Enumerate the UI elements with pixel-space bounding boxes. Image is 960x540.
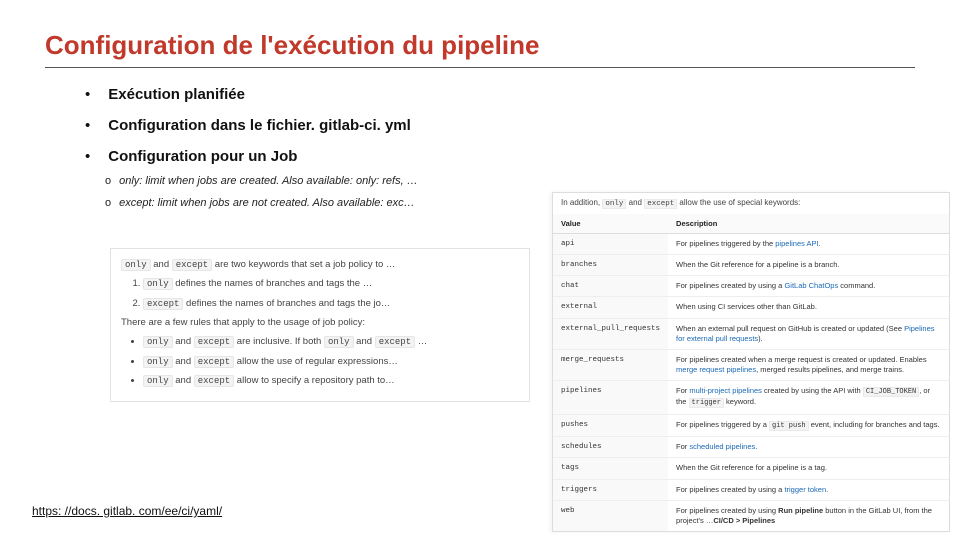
table-row: externalWhen using CI services other tha…	[553, 297, 949, 318]
cell-description: For pipelines created when a merge reque…	[668, 349, 949, 380]
doc-snippet-left: only and except are two keywords that se…	[110, 248, 530, 402]
table-row: pipelinesFor multi-project pipelines cre…	[553, 381, 949, 415]
bullet-1-text: Exécution planifiée	[108, 86, 245, 103]
table-row: external_pull_requestsWhen an external p…	[553, 318, 949, 349]
cell-value: schedules	[553, 437, 668, 458]
bullet-1: •Exécution planifiée	[85, 86, 915, 103]
cell-value: web	[553, 500, 668, 531]
table-row: webFor pipelines created by using Run pi…	[553, 500, 949, 531]
sub-except-text: except: limit when jobs are not created.…	[119, 197, 415, 209]
bullet-3-text: Configuration pour un Job	[108, 148, 297, 165]
sub-only: oonly: limit when jobs are created. Also…	[105, 175, 915, 187]
table-row: schedulesFor scheduled pipelines.	[553, 437, 949, 458]
cell-description: For pipelines created by using Run pipel…	[668, 500, 949, 531]
main-bullets: •Exécution planifiée •Configuration dans…	[85, 86, 915, 165]
cell-description: When using CI services other than GitLab…	[668, 297, 949, 318]
cell-description: For multi-project pipelines created by u…	[668, 381, 949, 415]
cell-description: When the Git reference for a pipeline is…	[668, 255, 949, 276]
code-except: except	[172, 259, 212, 271]
cell-description: For pipelines created by using a trigger…	[668, 479, 949, 500]
bullet-2: •Configuration dans le fichier. gitlab-c…	[85, 117, 915, 134]
keywords-table: Value Description apiFor pipelines trigg…	[553, 214, 949, 531]
col-description: Description	[668, 214, 949, 234]
table-row: merge_requestsFor pipelines created when…	[553, 349, 949, 380]
cell-description: For pipelines triggered by the pipelines…	[668, 234, 949, 255]
doc-rules-intro: There are a few rules that apply to the …	[121, 315, 519, 330]
table-row: triggersFor pipelines created by using a…	[553, 479, 949, 500]
table-row: pushesFor pipelines triggered by a git p…	[553, 414, 949, 436]
doc-rule-1: only and except are inclusive. If both o…	[143, 334, 519, 349]
slide-title: Configuration de l'exécution du pipeline	[45, 30, 915, 68]
doc-li-2: except defines the names of branches and…	[143, 296, 519, 311]
cell-value: merge_requests	[553, 349, 668, 380]
cell-value: external	[553, 297, 668, 318]
cell-value: chat	[553, 276, 668, 297]
cell-description: For scheduled pipelines.	[668, 437, 949, 458]
table-row: chatFor pipelines created by using a Git…	[553, 276, 949, 297]
keywords-table-panel: In addition, only and except allow the u…	[552, 192, 950, 532]
doc-rule-3: only and except allow to specify a repos…	[143, 373, 519, 388]
cell-value: api	[553, 234, 668, 255]
cell-value: external_pull_requests	[553, 318, 668, 349]
doc-li-1: only defines the names of branches and t…	[143, 276, 519, 291]
doc-p1: only and except are two keywords that se…	[121, 257, 519, 272]
sub-only-text: only: limit when jobs are created. Also …	[119, 175, 418, 187]
cell-value: pushes	[553, 414, 668, 436]
cell-description: For pipelines triggered by a git push ev…	[668, 414, 949, 436]
bullet-3: •Configuration pour un Job	[85, 148, 915, 165]
table-row: apiFor pipelines triggered by the pipeli…	[553, 234, 949, 255]
table-intro: In addition, only and except allow the u…	[553, 193, 949, 214]
table-row: tagsWhen the Git reference for a pipelin…	[553, 458, 949, 479]
footer-link[interactable]: https: //docs. gitlab. com/ee/ci/yaml/	[32, 504, 222, 518]
cell-description: When the Git reference for a pipeline is…	[668, 458, 949, 479]
cell-value: triggers	[553, 479, 668, 500]
bullet-2-text: Configuration dans le fichier. gitlab-ci…	[108, 117, 411, 134]
code-only: only	[121, 259, 151, 271]
col-value: Value	[553, 214, 668, 234]
table-row: branchesWhen the Git reference for a pip…	[553, 255, 949, 276]
cell-description: When an external pull request on GitHub …	[668, 318, 949, 349]
cell-value: pipelines	[553, 381, 668, 415]
doc-rule-2: only and except allow the use of regular…	[143, 354, 519, 369]
cell-value: tags	[553, 458, 668, 479]
cell-description: For pipelines created by using a GitLab …	[668, 276, 949, 297]
cell-value: branches	[553, 255, 668, 276]
